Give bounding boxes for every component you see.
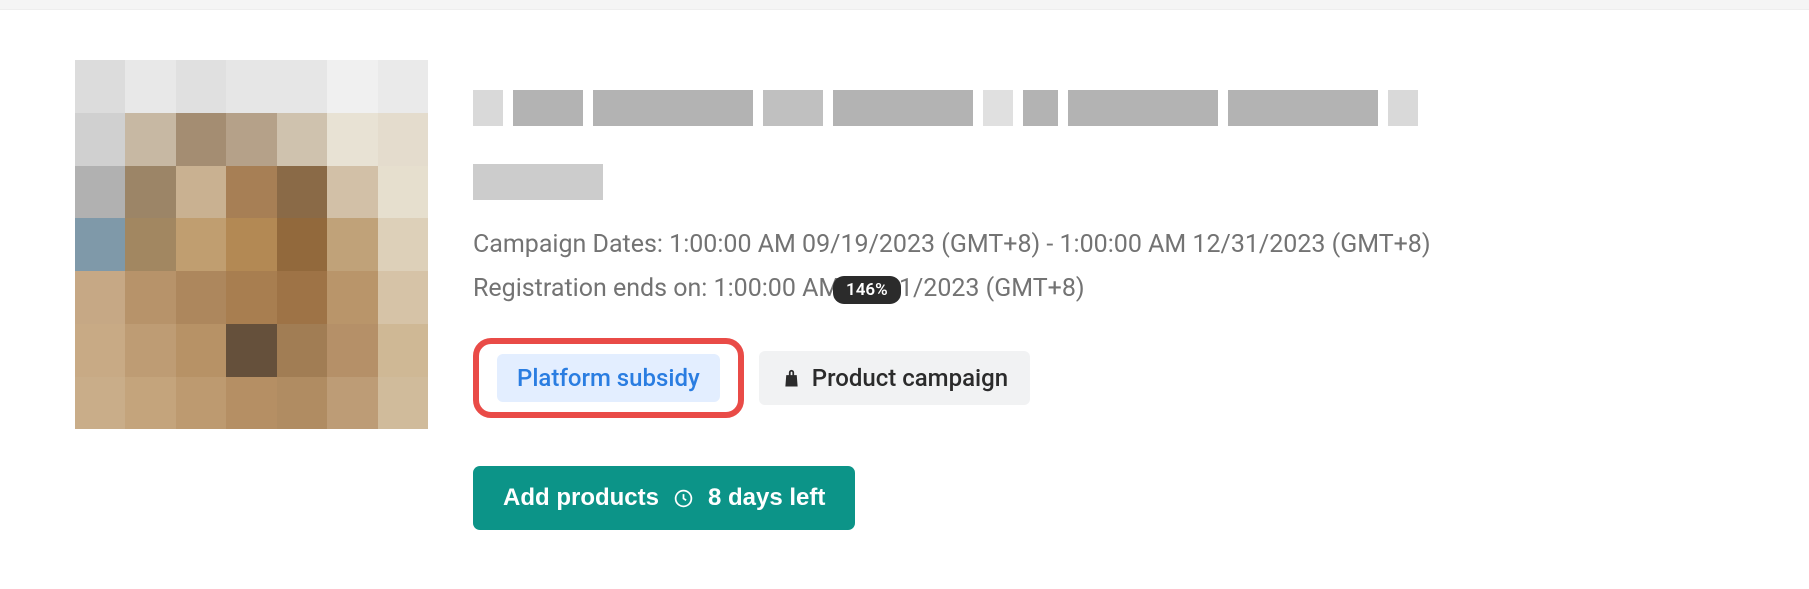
campaign-dates: Campaign Dates: 1:00:00 AM 09/19/2023 (G… — [473, 230, 1809, 259]
clock-icon — [673, 488, 694, 509]
campaign-thumbnail — [75, 60, 428, 429]
product-campaign-label: Product campaign — [812, 364, 1008, 392]
add-products-button[interactable]: Add products 8 days left — [473, 466, 855, 530]
tags-row: Platform subsidy Product campaign — [473, 338, 1809, 418]
platform-subsidy-tag[interactable]: Platform subsidy — [497, 354, 720, 402]
product-campaign-tag[interactable]: Product campaign — [759, 351, 1030, 405]
top-divider — [0, 0, 1809, 10]
bag-icon — [781, 368, 802, 389]
action-row: Add products 8 days left — [473, 466, 1809, 530]
days-left-label: 8 days left — [708, 484, 825, 512]
registration-ends: Registration ends on: 1:00:00 AM 12/31/2… — [473, 274, 1809, 303]
zoom-badge: 146% — [833, 276, 901, 304]
add-products-label: Add products — [503, 484, 659, 512]
highlight-annotation: Platform subsidy — [473, 338, 744, 418]
campaign-title-redacted — [473, 90, 1809, 200]
campaign-card: Campaign Dates: 1:00:00 AM 09/19/2023 (G… — [0, 10, 1809, 530]
campaign-content: Campaign Dates: 1:00:00 AM 09/19/2023 (G… — [473, 60, 1809, 530]
